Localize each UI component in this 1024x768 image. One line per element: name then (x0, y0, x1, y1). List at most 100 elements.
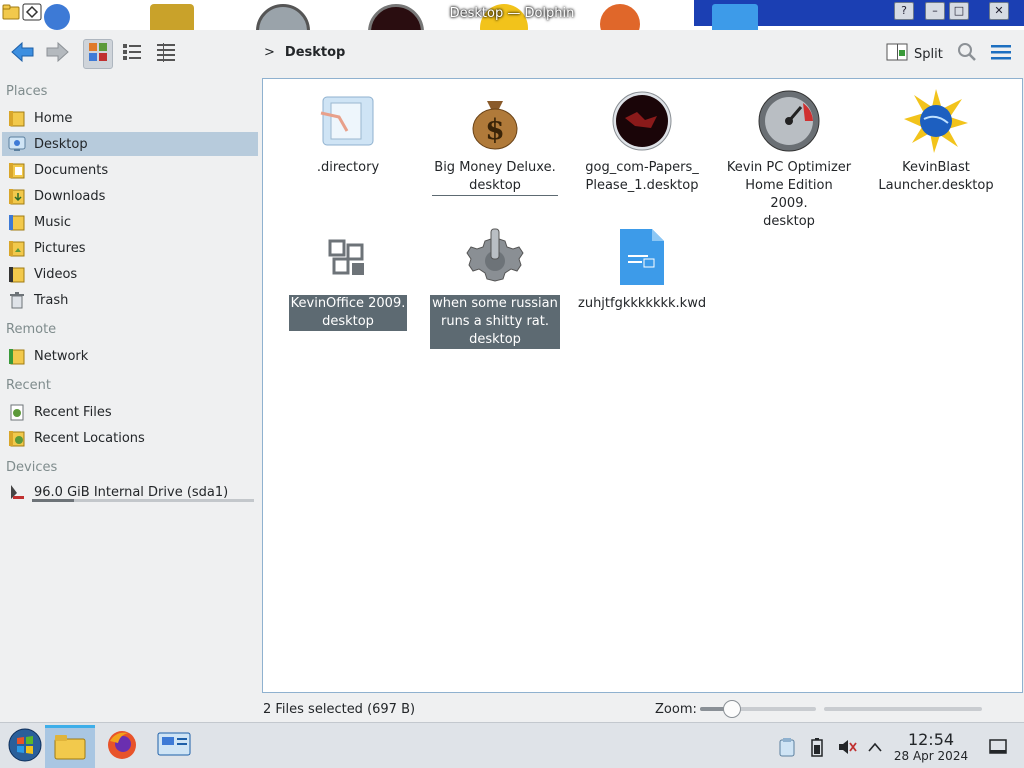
sidebar-item-label: Trash (34, 292, 69, 308)
help-button[interactable]: ? (894, 2, 914, 20)
breadcrumb[interactable]: > Desktop (264, 45, 345, 60)
papers-please-icon (610, 89, 674, 153)
sidebar-item-trash[interactable]: Trash (2, 288, 258, 312)
start-menu-button[interactable] (0, 725, 50, 768)
zoom-label: Zoom: (655, 702, 697, 717)
taskbar-firefox[interactable] (97, 725, 147, 768)
file-item-kevinoffice-2009[interactable]: KevinOffice 2009. desktop (282, 225, 414, 331)
places-panel: Places Home Desktop Documents Downloads … (0, 78, 260, 696)
money-bag-icon: $ (463, 89, 527, 153)
tray-expand-icon[interactable] (865, 737, 885, 757)
system-settings-icon (157, 731, 191, 763)
split-button[interactable]: Split (886, 42, 943, 66)
sidebar-item-label: Recent Locations (34, 430, 145, 446)
gear-icon (463, 225, 527, 289)
zoom-slider[interactable] (700, 700, 816, 718)
sidebar-item-videos[interactable]: Videos (2, 262, 258, 286)
view-icons-button[interactable] (83, 39, 113, 69)
file-item-papers-please[interactable]: gog_com-Papers_ Please_1.desktop (576, 89, 708, 195)
file-item-kevin-pc-optimizer[interactable]: Kevin PC Optimizer Home Edition 2009. desk… (723, 89, 855, 231)
file-name: when some russian runs a shitty rat. deskt… (430, 295, 560, 349)
desktop-icon (8, 135, 26, 153)
videos-folder-icon (8, 265, 26, 283)
clock[interactable]: 12:54 28 Apr 2024 (888, 731, 974, 764)
clipboard-icon[interactable] (777, 737, 797, 757)
taskbar-system-settings[interactable] (149, 725, 199, 768)
icons-view-icon (88, 42, 108, 66)
free-space-bar (824, 707, 982, 711)
file-manager-icon (54, 733, 86, 765)
hamburger-menu-button[interactable] (986, 39, 1016, 69)
downloads-folder-icon (8, 187, 26, 205)
view-compact-button[interactable] (117, 39, 147, 69)
sidebar-item-desktop[interactable]: Desktop (2, 132, 258, 156)
hamburger-menu-icon (991, 43, 1011, 65)
file-name: Kevin PC Optimizer Home Edition 2009. desk… (726, 160, 852, 229)
split-label: Split (914, 46, 943, 62)
sidebar-item-label: Documents (34, 162, 109, 178)
arrow-left-icon (10, 41, 36, 67)
clock-date: 28 Apr 2024 (893, 749, 969, 763)
back-button[interactable] (8, 39, 38, 69)
window-titlebar[interactable]: Desktop — Dolphin ? – □ ✕ (0, 0, 1024, 30)
section-recent: Recent (6, 378, 51, 393)
document-file-icon (610, 225, 674, 289)
office-suite-icon (316, 225, 380, 289)
battery-icon[interactable] (807, 737, 827, 757)
file-name: gog_com-Papers_ Please_1.desktop (585, 160, 699, 193)
window-title: Desktop — Dolphin (449, 6, 575, 21)
home-folder-icon (8, 109, 26, 127)
breadcrumb-current[interactable]: Desktop (285, 45, 345, 60)
drive-usage-fill (32, 499, 75, 502)
close-button[interactable]: ✕ (989, 2, 1009, 20)
view-details-button[interactable] (151, 39, 181, 69)
minimize-button[interactable]: – (925, 2, 945, 20)
network-folder-icon (8, 347, 26, 365)
file-item-directory[interactable]: .directory (282, 89, 414, 177)
sidebar-item-recent-locations[interactable]: Recent Locations (2, 426, 258, 450)
sidebar-item-documents[interactable]: Documents (2, 158, 258, 182)
sidebar-item-label: Videos (34, 266, 78, 282)
sidebar-item-network[interactable]: Network (2, 344, 258, 368)
selection-status: 2 Files selected (697 B) (263, 702, 416, 717)
search-button[interactable] (952, 39, 982, 69)
sidebar-item-downloads[interactable]: Downloads (2, 184, 258, 208)
taskbar: 12:54 28 Apr 2024 (0, 722, 1024, 768)
globe-sun-icon (904, 89, 968, 153)
start-menu-icon (8, 728, 42, 766)
taskbar-dolphin[interactable] (45, 725, 95, 768)
compact-view-icon (122, 42, 142, 66)
file-name: zuhjtfgkkkkkkk.kwd (578, 296, 707, 311)
file-item-big-money-deluxe[interactable]: $ Big Money Deluxe. desktop (429, 89, 561, 196)
status-bar: 2 Files selected (697 B) Zoom: (0, 696, 1024, 722)
recent-files-icon (8, 403, 26, 421)
maximize-button[interactable]: □ (949, 2, 969, 20)
sidebar-item-label: Music (34, 214, 71, 230)
sidebar-item-pictures[interactable]: Pictures (2, 236, 258, 260)
trash-icon (8, 291, 26, 309)
config-file-icon (316, 89, 380, 153)
forward-button[interactable] (42, 39, 72, 69)
sidebar-item-home[interactable]: Home (2, 106, 258, 130)
pictures-folder-icon (8, 239, 26, 257)
section-remote: Remote (6, 322, 57, 337)
sidebar-item-label: Downloads (34, 188, 106, 204)
sidebar-item-label: Recent Files (34, 404, 112, 420)
zoom-slider-handle[interactable] (723, 700, 742, 718)
file-item-kwd-document[interactable]: zuhjtfgkkkkkkk.kwd (576, 225, 708, 313)
details-view-icon (156, 42, 176, 66)
sidebar-item-recent-files[interactable]: Recent Files (2, 400, 258, 424)
split-view-icon (886, 42, 908, 66)
file-name: KevinBlast Launcher.desktop (878, 160, 994, 193)
sidebar-item-label: Network (34, 348, 89, 364)
file-name: Big Money Deluxe. desktop (432, 159, 558, 196)
file-view[interactable]: .directory $ Big Money Deluxe. desktop go… (262, 78, 1023, 693)
volume-muted-icon[interactable] (837, 737, 857, 757)
music-folder-icon (8, 213, 26, 231)
file-item-kevinblast-launcher[interactable]: KevinBlast Launcher.desktop (870, 89, 1002, 195)
section-places: Places (6, 84, 48, 99)
show-desktop-icon[interactable] (988, 737, 1008, 757)
file-item-russian-rat[interactable]: when some russian runs a shitty rat. deskt… (429, 225, 561, 349)
firefox-icon (106, 729, 138, 765)
sidebar-item-music[interactable]: Music (2, 210, 258, 234)
